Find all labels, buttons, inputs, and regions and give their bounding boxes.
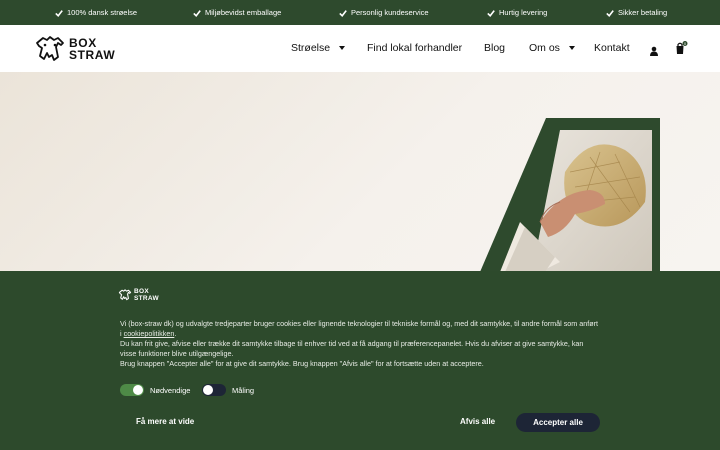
hero-banner (0, 72, 720, 272)
logo-text-line2: STRAW (69, 48, 116, 62)
usp-text: 100% dansk strøelse (67, 8, 138, 17)
check-icon (193, 9, 201, 17)
nav-item-blog[interactable]: Blog (484, 42, 505, 54)
nav-label: Strøelse (291, 42, 331, 54)
toggle-label: Måling (232, 385, 255, 395)
toggle-necessary[interactable]: Nødvendige (120, 384, 190, 396)
usp-item: Hurtig levering (487, 8, 547, 17)
user-icon (650, 46, 658, 56)
learn-more-button[interactable]: Få mere at vide (136, 417, 194, 426)
usp-item: Sikker betaling (606, 8, 667, 17)
nav-label: Kontakt (594, 42, 630, 54)
cookie-banner: BOX STRAW Vi (box-straw dk) og udvalgte … (0, 271, 720, 450)
cookie-policy-link[interactable]: cookiepolitikken (124, 329, 175, 338)
usp-text: Hurtig levering (499, 8, 548, 17)
usp-bar: 100% dansk strøelse Miljøbevidst emballa… (0, 0, 720, 25)
cart-count: 0 (684, 42, 686, 46)
nav-label: Blog (484, 42, 506, 54)
usp-text: Miljøbevidst emballage (205, 8, 282, 17)
cookie-logo: BOX STRAW (118, 288, 159, 302)
check-icon (339, 9, 347, 17)
usp-text: Personlig kundeservice (351, 8, 429, 17)
shopping-bag-icon: 0 (676, 41, 688, 54)
accept-all-button[interactable]: Accepter alle (516, 413, 600, 432)
usp-item: Personlig kundeservice (339, 8, 429, 17)
nav-label: Om os (529, 42, 560, 54)
cookie-paragraph-3: Brug knappen "Accepter alle" for at give… (120, 359, 484, 368)
cookie-paragraph-2: Du kan frit give, afvise eller trække di… (120, 339, 584, 358)
horse-logo-icon (36, 36, 64, 61)
logo[interactable]: BOX STRAW (34, 35, 115, 63)
cookie-paragraph-1: Vi (box-straw dk) og udvalgte tredjepart… (120, 319, 599, 338)
account-button[interactable] (649, 43, 659, 61)
nav-item-find-forhandler[interactable]: Find lokal forhandler (367, 42, 462, 54)
toggle-switch-on[interactable] (120, 384, 144, 396)
cart-button[interactable]: 0 (675, 41, 689, 60)
check-icon (55, 9, 63, 17)
nav-item-kontakt[interactable]: Kontakt (594, 42, 630, 54)
hero-image (480, 118, 660, 272)
horse-logo-icon (118, 289, 132, 301)
toggle-switch-off[interactable] (202, 384, 226, 396)
nav-label: Find lokal forhandler (367, 42, 463, 54)
check-icon (606, 9, 614, 17)
chevron-down-icon (339, 46, 346, 50)
usp-item: Miljøbevidst emballage (193, 8, 281, 17)
site-header: BOX STRAW Strøelse Find lokal forhandler… (0, 25, 720, 72)
toggle-measurement[interactable]: Måling (202, 384, 254, 396)
cookie-logo-line1: BOX (134, 288, 149, 295)
toggle-label: Nødvendige (150, 385, 191, 395)
usp-item: 100% dansk strøelse (55, 8, 137, 17)
cookie-logo-line2: STRAW (134, 295, 159, 302)
chevron-down-icon (568, 46, 575, 50)
cookie-text: Vi (box-straw dk) og udvalgte tredjepart… (120, 319, 600, 369)
check-icon (487, 9, 495, 17)
nav-item-stroelse[interactable]: Strøelse (291, 42, 346, 54)
nav-item-om-os[interactable]: Om os (529, 42, 575, 54)
usp-text: Sikker betaling (618, 8, 668, 17)
reject-all-button[interactable]: Afvis alle (460, 417, 495, 426)
